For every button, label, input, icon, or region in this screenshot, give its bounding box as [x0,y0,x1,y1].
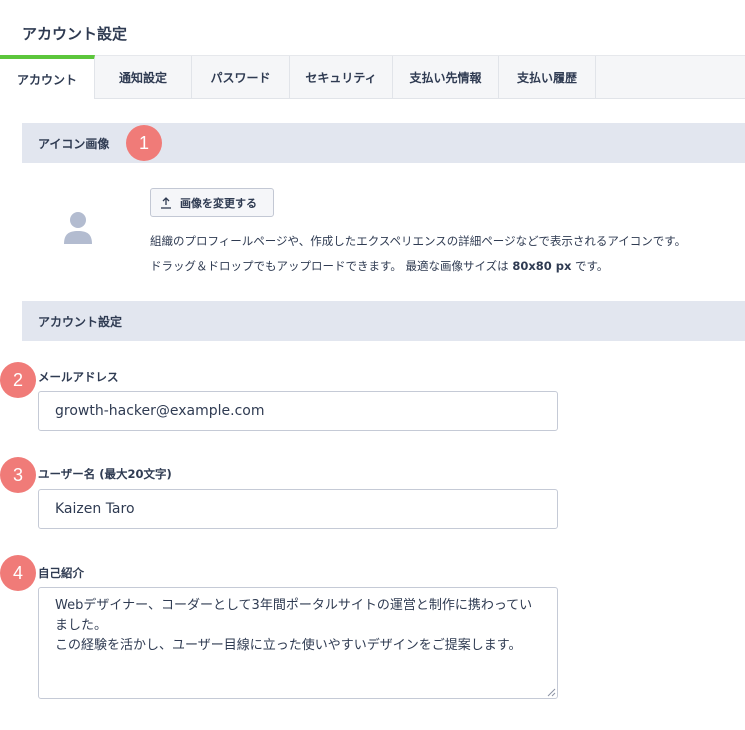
tab-password[interactable]: パスワード [192,56,290,99]
email-field[interactable] [38,391,558,431]
email-label: メールアドレス [38,370,119,384]
tab-bar: アカウント 通知設定 パスワード セキュリティ 支払い先情報 支払い履歴 [0,55,745,99]
tab-payment-history[interactable]: 支払い履歴 [499,56,596,99]
account-section-title: アカウント設定 [38,314,123,329]
hint-suffix: です。 [571,259,609,273]
tab-payee-info[interactable]: 支払い先情報 [393,56,499,99]
username-field[interactable] [38,489,558,529]
tab-security[interactable]: セキュリティ [290,56,393,99]
step-badge-4: 4 [0,555,36,591]
bio-textarea[interactable]: Webデザイナー、コーダーとして3年間ポータルサイトの運営と制作に携わっていまし… [38,587,558,699]
icon-section-title: アイコン画像 [38,136,110,151]
username-label: ユーザー名 (最大20文字) [38,467,172,481]
change-image-button[interactable]: 画像を変更する [150,188,274,217]
page-title: アカウント設定 [22,25,128,43]
icon-upload-hint: ドラッグ＆ドロップでもアップロードできます。 最適な画像サイズは 80x80 p… [150,258,608,274]
step-badge-1: 1 [126,125,162,161]
tab-notifications[interactable]: 通知設定 [95,56,192,99]
hint-prefix: ドラッグ＆ドロップでもアップロードできます。 最適な画像サイズは [150,259,513,273]
account-section-header: アカウント設定 [22,301,745,341]
resize-grip-icon[interactable] [546,687,556,697]
user-silhouette-icon [64,212,92,244]
step-badge-3: 3 [0,457,36,493]
icon-description: 組織のプロフィールページや、作成したエクスペリエンスの詳細ページなどで表示される… [150,234,687,248]
hint-image-size: 80x80 px [512,259,572,273]
tab-account[interactable]: アカウント [0,55,95,99]
upload-arrow-icon [161,196,171,209]
bio-label: 自己紹介 [38,566,84,580]
step-badge-2: 2 [0,362,36,398]
change-image-label: 画像を変更する [180,196,257,210]
